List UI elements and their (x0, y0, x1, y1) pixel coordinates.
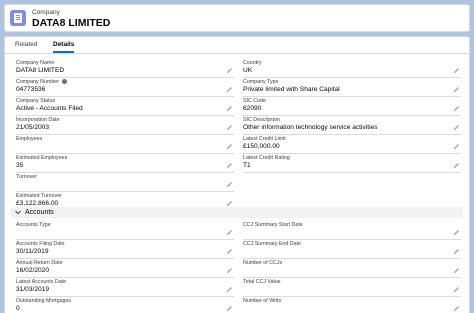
record-detail-card: Related Details Company Name DATA8 LIMIT… (4, 36, 470, 313)
field-incorporation-date: Incorporation Date 21/05/2003 (16, 116, 234, 135)
pencil-icon[interactable] (453, 162, 460, 169)
field-label: Annual Return Date (16, 260, 63, 266)
pencil-icon[interactable] (226, 162, 233, 169)
pencil-icon[interactable] (226, 124, 233, 131)
pencil-icon[interactable] (226, 86, 233, 93)
field-label: SIC Code (243, 98, 266, 104)
field-ccj-end-date: CCJ Summary End Date (243, 240, 461, 259)
field-company-name: Company Name DATA8 LIMITED (16, 59, 234, 78)
info-icon[interactable] (61, 79, 67, 84)
field-estimated-employees: Estimated Employees 35 (16, 154, 234, 173)
field-value: Private limited with Share Capital (243, 86, 340, 93)
field-label: Incorporation Date (16, 117, 60, 123)
pencil-icon[interactable] (453, 105, 460, 112)
field-number-of-ccjs: Number of CCJs (243, 259, 461, 278)
field-label: CCJ Summary Start Date (243, 222, 303, 228)
field-outstanding-mortgages: Outstanding Mortgages 0 (16, 297, 234, 313)
field-label: Number of Writs (243, 298, 282, 304)
section-title: Accounts (25, 209, 54, 216)
field-label: Company Name (16, 60, 55, 66)
field-value: 31/03/2019 (16, 286, 50, 293)
field-company-status: Company Status Active - Accounts Filed (16, 97, 234, 116)
pencil-icon[interactable] (226, 67, 233, 74)
pencil-icon[interactable] (226, 248, 233, 255)
field-value: Active - Accounts Filed (16, 105, 83, 112)
pencil-icon[interactable] (226, 105, 233, 112)
field-value: Other information technology service act… (243, 124, 378, 131)
field-label: Company Type (243, 79, 279, 85)
field-value: 04773536 (16, 86, 46, 93)
field-number-of-writs: Number of Writs (243, 297, 461, 313)
company-icon (10, 10, 26, 26)
field-latest-credit-rating: Latest Credit Rating T1 (243, 154, 461, 173)
record-type-label: Company (32, 9, 60, 16)
field-label: Employees (16, 136, 43, 142)
field-total-ccj-value: Total CCJ Value (243, 278, 461, 297)
field-value: DATA8 LIMITED (16, 67, 65, 74)
pencil-icon[interactable] (226, 305, 233, 312)
field-label: Estimated Employees (16, 155, 68, 161)
pencil-icon[interactable] (226, 286, 233, 293)
pencil-icon[interactable] (453, 67, 460, 74)
field-label: Number of CCJs (243, 260, 283, 266)
field-label: Latest Accounts Date (16, 279, 67, 285)
field-label: SIC Description (243, 117, 280, 123)
field-label: Accounts Type (16, 222, 51, 228)
field-accounts-type: Accounts Type (16, 221, 234, 240)
pencil-icon[interactable] (226, 143, 233, 150)
accounts-section-header[interactable]: Accounts (11, 207, 463, 218)
field-value: 0 (16, 305, 20, 312)
pencil-icon[interactable] (453, 229, 460, 236)
field-sic-code: SIC Code 62090 (243, 97, 461, 116)
field-label: Estimated Turnover (16, 193, 62, 199)
field-ccj-start-date: CCJ Summary Start Date (243, 221, 461, 240)
field-value: 62090 (243, 105, 262, 112)
field-value: 21/05/2003 (16, 124, 50, 131)
field-label: CCJ Summary End Date (243, 241, 301, 247)
field-accounts-filing-date: Accounts Filing Date 30/11/2019 (16, 240, 234, 259)
pencil-icon[interactable] (453, 248, 460, 255)
field-label: Company Status (16, 98, 56, 104)
field-value: 16/02/2020 (16, 267, 50, 274)
field-country: Country UK (243, 59, 461, 78)
field-label: Total CCJ Value (243, 279, 281, 285)
field-value: 30/11/2019 (16, 248, 49, 255)
pencil-icon[interactable] (453, 124, 460, 131)
field-value: 35 (16, 162, 24, 169)
field-turnover: Turnover (16, 173, 234, 192)
pencil-icon[interactable] (226, 181, 233, 188)
field-label: Turnover (16, 174, 37, 180)
pencil-icon[interactable] (226, 229, 233, 236)
field-company-type: Company Type Private limited with Share … (243, 78, 461, 97)
pencil-icon[interactable] (453, 267, 460, 274)
pencil-icon[interactable] (453, 286, 460, 293)
field-annual-return-date: Annual Return Date 16/02/2020 (16, 259, 234, 278)
pencil-icon[interactable] (453, 86, 460, 93)
tab-bar: Related Details (5, 37, 469, 54)
record-title: DATA8 LIMITED (32, 17, 111, 29)
tab-details[interactable]: Details (53, 41, 75, 53)
field-value: £3,122,866.00 (16, 200, 59, 207)
pencil-icon[interactable] (453, 143, 460, 150)
field-label: Latest Credit Rating (243, 155, 290, 161)
field-employees: Employees (16, 135, 234, 154)
field-label: Outstanding Mortgages (16, 298, 72, 304)
field-value: T1 (243, 162, 251, 169)
pencil-icon[interactable] (226, 200, 233, 207)
field-label: Latest Credit Limit (243, 136, 286, 142)
field-value: UK (243, 67, 253, 74)
pencil-icon[interactable] (453, 305, 460, 312)
tab-related[interactable]: Related (15, 41, 37, 51)
field-sic-description: SIC Description Other information techno… (243, 116, 461, 135)
field-latest-accounts-date: Latest Accounts Date 31/03/2019 (16, 278, 234, 297)
field-latest-credit-limit: Latest Credit Limit £150,000.00 (243, 135, 461, 154)
pencil-icon[interactable] (226, 267, 233, 274)
field-label: Country (243, 60, 262, 66)
record-header: Company DATA8 LIMITED (4, 4, 470, 32)
field-label: Accounts Filing Date (16, 241, 65, 247)
field-label: Company Number (16, 79, 59, 85)
field-company-number: Company Number 04773536 (16, 78, 234, 97)
chevron-down-icon (15, 210, 21, 215)
field-value: £150,000.00 (243, 143, 280, 150)
